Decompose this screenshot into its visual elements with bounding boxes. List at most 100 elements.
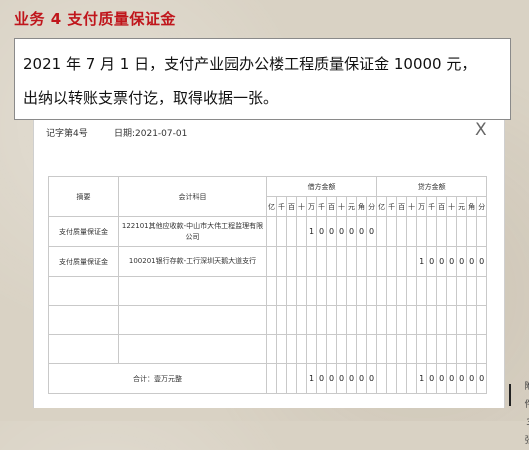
debit-digit: 0 xyxy=(365,363,378,394)
empty-cell xyxy=(316,276,327,306)
debit-digit xyxy=(276,363,287,394)
digit-place-label: 百 xyxy=(326,196,337,217)
credit-digit xyxy=(396,216,408,247)
empty-cell xyxy=(296,305,307,335)
total-label: 合计：壹万元整 xyxy=(48,363,267,394)
empty-cell xyxy=(356,334,367,364)
empty-cell xyxy=(416,305,428,335)
digit-place-label: 分 xyxy=(476,196,488,217)
empty-cell xyxy=(456,305,468,335)
debit-digit xyxy=(296,363,307,394)
transaction-description: 2021 年 7 月 1 日，支付产业园办公楼工程质量保证金 10000 元， … xyxy=(14,38,511,120)
credit-digit xyxy=(386,246,398,277)
empty-cell xyxy=(426,334,438,364)
text-cursor xyxy=(509,384,511,406)
credit-digit: 0 xyxy=(426,246,438,277)
empty-cell xyxy=(296,276,307,306)
credit-digit xyxy=(376,216,388,247)
voucher-row: 支付质量保证金 122101其他应收款-中山市大伟工程监理有限公司 1 0 0 0 0 0 0 xyxy=(48,216,488,247)
credit-digit: 0 xyxy=(436,363,448,394)
empty-cell xyxy=(396,305,408,335)
empty-cell xyxy=(316,334,327,364)
debit-digit xyxy=(266,363,277,394)
empty-cell xyxy=(436,334,448,364)
empty-cell xyxy=(118,305,267,335)
credit-digit xyxy=(376,363,388,394)
empty-row xyxy=(48,276,488,306)
debit-digit: 1 xyxy=(306,363,317,394)
empty-cell xyxy=(456,334,468,364)
empty-cell xyxy=(466,276,478,306)
attachment-char: 件 xyxy=(524,400,529,410)
empty-cell xyxy=(326,334,337,364)
header-row: 摘要 会计科目 借方金额 贷方金额 xyxy=(48,176,488,217)
debit-digit: 0 xyxy=(356,216,367,247)
digit-place-label: 亿 xyxy=(376,196,388,217)
empty-cell xyxy=(426,276,438,306)
attachment-char: 张 xyxy=(524,436,529,446)
debit-digit xyxy=(276,216,287,247)
empty-cell xyxy=(426,305,438,335)
empty-cell xyxy=(118,276,267,306)
debit-digit xyxy=(356,246,367,277)
debit-digit xyxy=(336,246,347,277)
row-account: 100201银行存款-工行深圳天鹅大道支行 xyxy=(118,246,267,277)
debit-digit xyxy=(296,216,307,247)
credit-digit: 0 xyxy=(476,363,488,394)
empty-cell xyxy=(376,305,388,335)
empty-cell xyxy=(476,276,488,306)
empty-cell xyxy=(406,276,418,306)
empty-cell xyxy=(436,276,448,306)
credit-digit xyxy=(466,216,478,247)
credit-digit xyxy=(406,363,418,394)
credit-digit xyxy=(416,216,428,247)
credit-digit: 0 xyxy=(456,246,468,277)
empty-cell xyxy=(326,305,337,335)
empty-cell xyxy=(365,276,378,306)
empty-cell xyxy=(466,334,478,364)
debit-digit xyxy=(266,216,277,247)
empty-cell xyxy=(416,276,428,306)
empty-cell xyxy=(286,334,297,364)
empty-cell xyxy=(376,276,388,306)
empty-cell xyxy=(376,334,388,364)
empty-cell xyxy=(446,334,458,364)
total-row: 合计：壹万元整 1 0 0 0 0 0 0 1 0 0 0 0 0 0 xyxy=(48,363,488,394)
attachment-count: 附 件 3 张 xyxy=(521,378,529,450)
debit-header: 借方金额 xyxy=(265,176,378,197)
debit-digit: 0 xyxy=(356,363,367,394)
credit-digit xyxy=(386,363,398,394)
debit-digit: 0 xyxy=(365,216,378,247)
empty-cell xyxy=(276,334,287,364)
accounting-voucher: 记字第4号 日期:2021-07-01 X 摘要 会计科目 借方金额 贷方金额亿千百十… xyxy=(33,120,529,446)
credit-digit: 0 xyxy=(436,246,448,277)
empty-cell xyxy=(306,305,317,335)
empty-cell xyxy=(406,334,418,364)
credit-digit: 0 xyxy=(466,363,478,394)
empty-cell xyxy=(306,334,317,364)
credit-digit: 1 xyxy=(416,246,428,277)
digit-place-label: 千 xyxy=(276,196,287,217)
debit-digit: 0 xyxy=(316,216,327,247)
empty-cell xyxy=(476,305,488,335)
debit-digit xyxy=(346,246,357,277)
close-icon[interactable]: X xyxy=(475,120,487,140)
empty-cell xyxy=(346,305,357,335)
credit-header: 贷方金额 xyxy=(376,176,488,197)
debit-digit xyxy=(276,246,287,277)
empty-cell xyxy=(346,276,357,306)
empty-cell xyxy=(356,276,367,306)
credit-digit: 1 xyxy=(416,363,428,394)
credit-digit: 0 xyxy=(476,246,488,277)
row-summary: 支付质量保证金 xyxy=(48,246,119,277)
empty-cell xyxy=(446,276,458,306)
empty-cell xyxy=(276,276,287,306)
debit-digit xyxy=(286,216,297,247)
debit-digit xyxy=(266,246,277,277)
empty-cell xyxy=(306,276,317,306)
debit-digit xyxy=(306,246,317,277)
empty-cell xyxy=(336,334,347,364)
credit-digit: 0 xyxy=(466,246,478,277)
debit-digit: 0 xyxy=(316,363,327,394)
empty-cell xyxy=(118,334,267,364)
